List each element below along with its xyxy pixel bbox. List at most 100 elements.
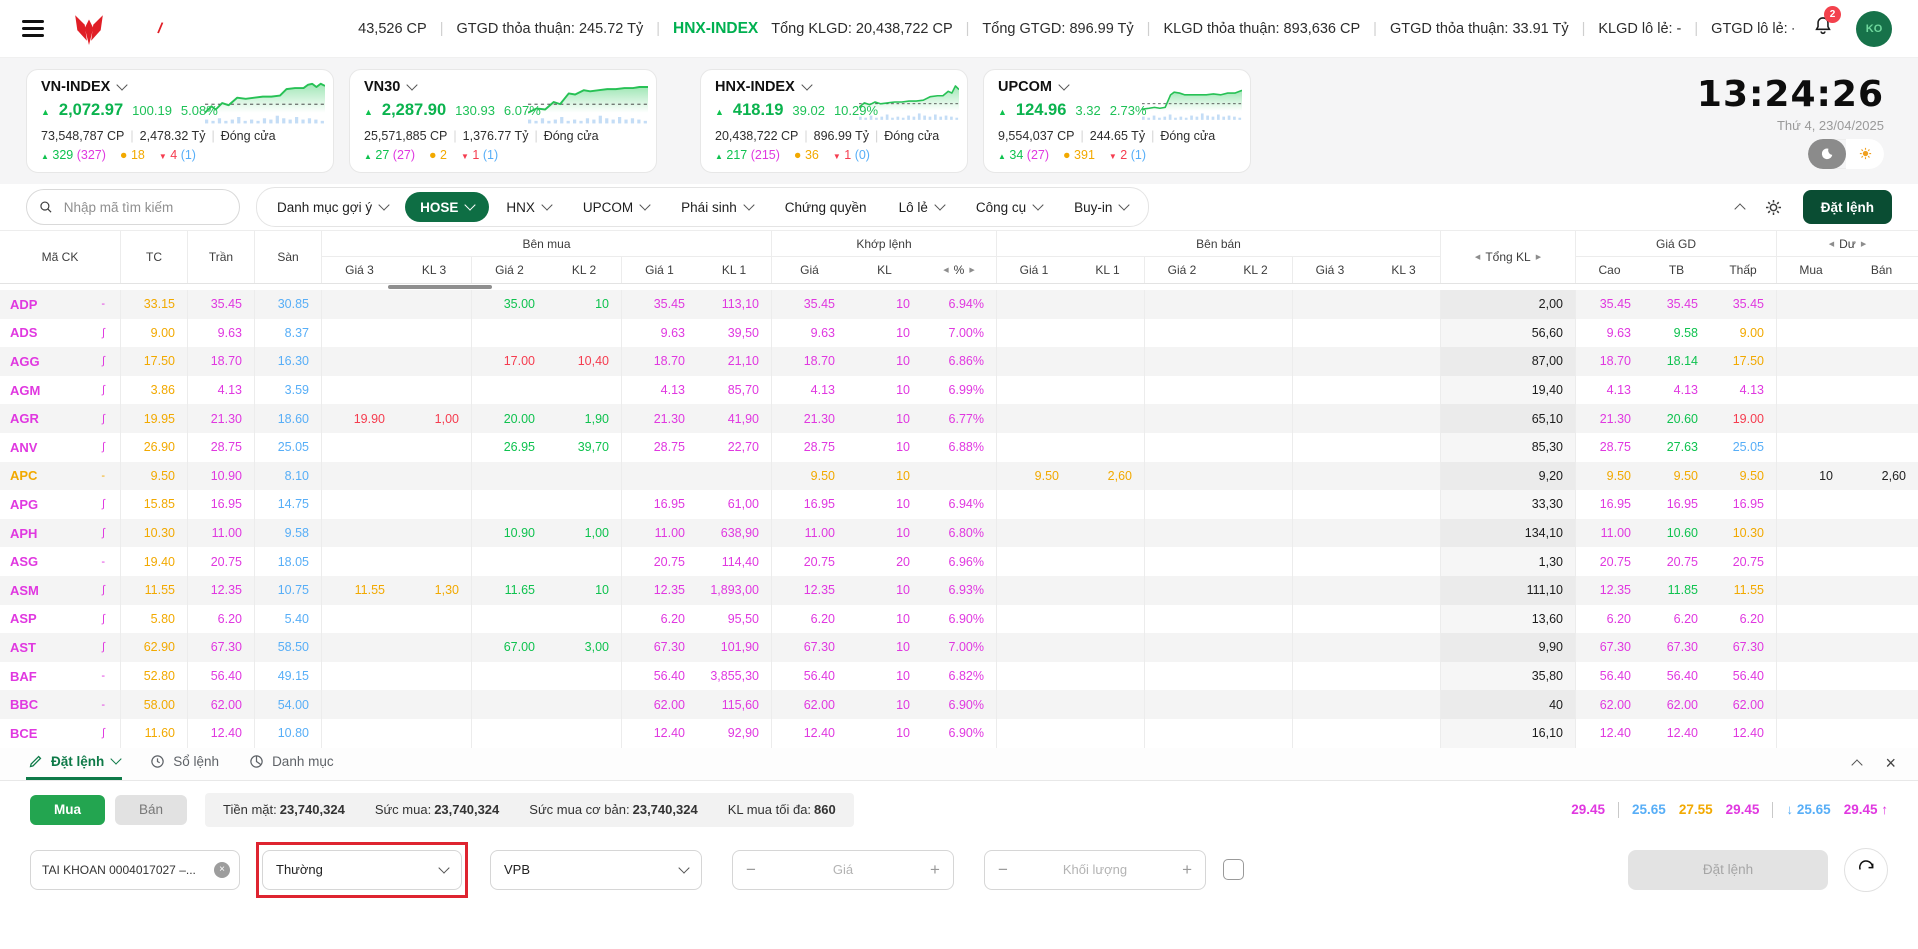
cell-symbol[interactable]: AGG ∫ [0,347,121,376]
col-header-symbol[interactable]: Mã CK [0,231,121,283]
notifications-button[interactable]: 2 [1812,6,1841,43]
row-ASP[interactable]: ASP ∫ 5.80 6.20 5.40 6.20 95,50 6.20 10 6.90% 13,6… [0,604,1918,634]
cell-2[interactable]: 49.15 [255,661,322,691]
cell-8[interactable]: 115,60 [697,690,772,719]
cell-20[interactable]: 12.40 [1643,719,1710,748]
cell-symbol[interactable]: APC - [0,461,121,491]
cell-9[interactable]: 18.70 [772,347,847,376]
cell-11[interactable]: 7.00% [922,633,997,662]
row-BBC[interactable]: BBC -58.00 62.00 54.00 62.00 115,60 62.00 10 6.9… [0,690,1918,719]
cell-19[interactable]: 16.95 [1576,490,1643,519]
cell-1[interactable]: 10.90 [188,461,255,491]
plus-icon[interactable]: + [930,860,940,880]
col-expand-right-icon[interactable]: ▶ [969,266,974,274]
cell-11[interactable]: 6.93% [922,575,997,605]
row-ADP[interactable]: ADP -33.15 35.45 30.85 35.00 10 35.45 113,10 35.… [0,290,1918,319]
cell-symbol[interactable]: ASG - [0,547,121,576]
cell-2[interactable]: 10.80 [255,718,322,748]
cell-1[interactable]: 35.45 [188,290,255,319]
cell-8[interactable]: 41,90 [697,404,772,433]
cell-19[interactable]: 12.35 [1576,576,1643,605]
cell-symbol[interactable]: BBC - [0,690,121,719]
minus-icon[interactable]: − [998,860,1008,880]
cell-5[interactable]: 26.95 [472,433,547,462]
cell-5[interactable]: 35.00 [472,290,547,319]
cell-19[interactable]: 56.40 [1576,662,1643,691]
cell-2[interactable]: 54.00 [255,690,322,719]
cell-20[interactable]: 16.95 [1643,490,1710,519]
cell-19[interactable]: 18.70 [1576,347,1643,376]
col-header-bid-vol3[interactable]: KL 3 [397,257,472,283]
cell-11[interactable]: 7.00% [922,318,997,348]
col-header-floor[interactable]: Sàn [255,231,322,283]
row-APH[interactable]: APH ∫ 10.30 11.00 9.58 10.90 1,00 11.00 638,90 11… [0,518,1918,548]
symbol-select[interactable]: VPB [490,849,702,890]
quote-price[interactable]: 29.45 ↑ [1844,802,1888,817]
cell-8[interactable]: 101,90 [697,633,772,662]
quote-price[interactable]: 29.45 [1726,802,1760,817]
cell-symbol[interactable]: ADS ∫ [0,318,121,348]
col-header-ask-vol1[interactable]: KL 1 [1071,257,1145,283]
cell-10[interactable]: 10 [847,633,922,662]
cell-10[interactable]: 10 [847,605,922,634]
row-BCE[interactable]: BCE ∫ 11.60 12.40 10.80 12.40 92,90 12.40 10 6.90… [0,718,1918,748]
cell-3[interactable]: 11.55 [322,576,397,605]
cell-22[interactable]: 10 [1777,462,1845,491]
index-card-VN-INDEX[interactable]: VN-INDEX ▲ 2,072.97 100.19 5.08% 73,548,787 C… [26,69,334,173]
row-APC[interactable]: APC -9.50 10.90 8.10 9.50 10 9.50 2,60 9,20 9.50 9… [0,461,1918,491]
cell-6[interactable]: 1,00 [547,518,622,548]
col-header-ask-vol3[interactable]: KL 3 [1367,257,1441,283]
cell-1[interactable]: 6.20 [188,604,255,634]
cell-0[interactable]: 19.95 [121,404,188,433]
cell-0[interactable]: 62.90 [121,633,188,662]
index-card-UPCOM[interactable]: UPCOM ▲ 124.96 3.32 2.73% 9,554,037 CP | 244.65… [983,69,1251,173]
cell-1[interactable]: 20.75 [188,547,255,576]
tab-dat-lenh[interactable]: Đặt lệnh [26,753,123,780]
cell-6[interactable]: 39,70 [547,432,622,462]
cell-2[interactable]: 10.75 [255,575,322,605]
dark-mode-icon[interactable] [1808,138,1846,169]
cell-7[interactable]: 20.75 [622,547,697,576]
col-header-match-pct[interactable]: ◀ % ▶ [922,257,997,283]
cell-4[interactable]: 1,30 [397,575,472,605]
cell-5[interactable]: 67.00 [472,633,547,662]
cell-7[interactable]: 21.30 [622,404,697,433]
clear-account-icon[interactable]: × [214,861,230,878]
cell-18[interactable]: 85,30 [1441,432,1576,462]
cell-symbol[interactable]: AGM ∫ [0,375,121,405]
filter-buy-in[interactable]: Buy-in [1059,192,1143,222]
cell-11[interactable]: 6.86% [922,347,997,376]
cell-8[interactable]: 92,90 [697,718,772,748]
cell-7[interactable]: 56.40 [622,662,697,691]
cell-7[interactable]: 62.00 [622,690,697,719]
cell-18[interactable]: 65,10 [1441,404,1576,433]
filter-chứng-quyền[interactable]: Chứng quyền [770,192,882,222]
cell-11[interactable]: 6.80% [922,518,997,548]
cell-7[interactable]: 11.00 [622,519,697,548]
cell-18[interactable]: 33,30 [1441,490,1576,519]
row-AGM[interactable]: AGM ∫ 3.86 4.13 3.59 4.13 85,70 4.13 10 6.99% 19,4… [0,375,1918,405]
cell-1[interactable]: 18.70 [188,347,255,376]
cell-10[interactable]: 10 [847,490,922,519]
cell-1[interactable]: 16.95 [188,490,255,519]
cell-21[interactable]: 56.40 [1710,661,1777,691]
cell-11[interactable]: 6.94% [922,290,997,319]
cell-2[interactable]: 8.37 [255,318,322,348]
settings-button[interactable] [1764,198,1783,217]
cell-8[interactable]: 61,00 [697,490,772,519]
collapse-panel-button[interactable] [1734,201,1746,215]
col-header-bid-price2[interactable]: Giá 2 [472,257,547,283]
scrollbar-thumb[interactable] [388,285,492,289]
cell-9[interactable]: 56.40 [772,662,847,691]
cell-1[interactable]: 28.75 [188,432,255,462]
cell-21[interactable]: 9.00 [1710,318,1777,348]
col-header-match-price[interactable]: Giá [772,257,847,283]
cell-0[interactable]: 3.86 [121,375,188,405]
cell-5[interactable]: 11.65 [472,576,547,605]
filter-công-cụ[interactable]: Công cụ [961,192,1057,222]
col-expand-left-icon[interactable]: ◀ [1475,253,1480,261]
cell-8[interactable]: 39,50 [697,318,772,348]
filter-phái-sinh[interactable]: Phái sinh [666,192,768,222]
cell-20[interactable]: 27.63 [1643,433,1710,462]
quote-price[interactable]: 27.55 [1679,802,1713,817]
